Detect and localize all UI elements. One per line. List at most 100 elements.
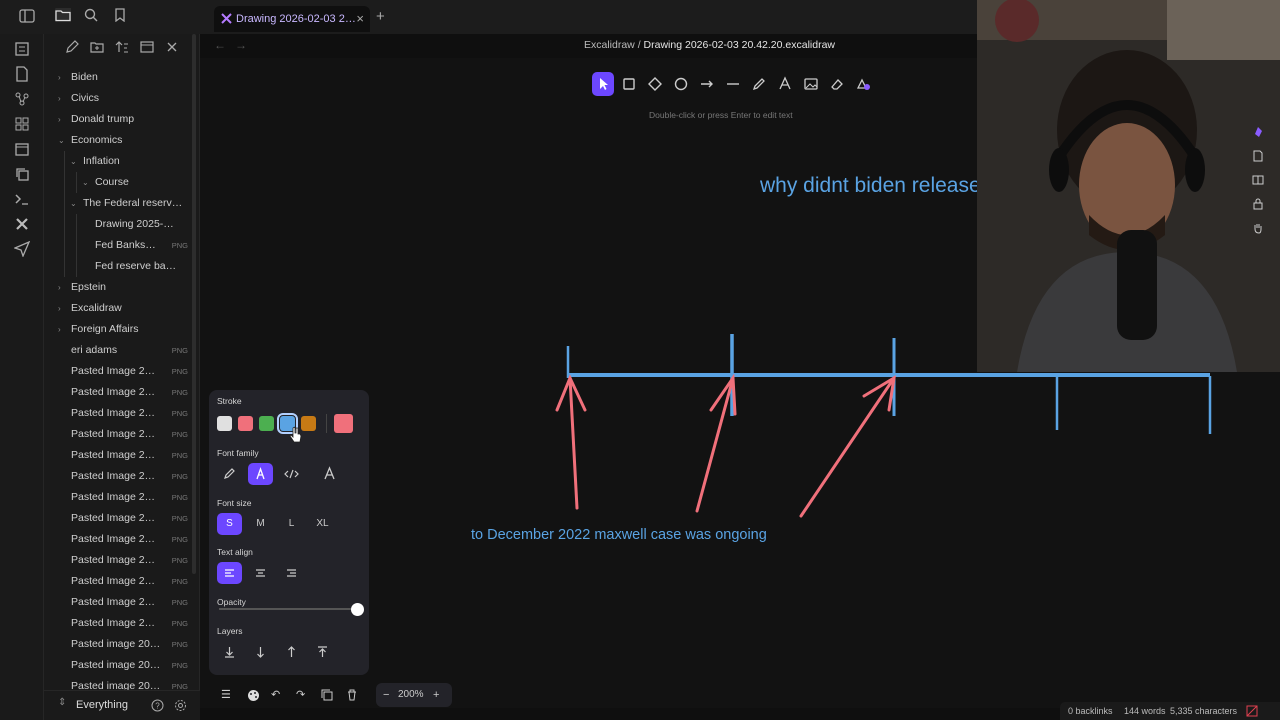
hand-icon[interactable] bbox=[1252, 222, 1264, 234]
folder-icon[interactable] bbox=[55, 8, 71, 22]
sidebar-item[interactable]: Pasted Image 2… PNG bbox=[44, 529, 192, 550]
breadcrumb-folder[interactable]: Excalidraw bbox=[584, 39, 635, 51]
sidebar-item[interactable]: ⌄ Economics bbox=[44, 130, 192, 151]
chevron-right-icon[interactable]: › bbox=[58, 88, 61, 109]
font-normal-button[interactable] bbox=[248, 463, 273, 485]
sidebar-item[interactable]: › Civics bbox=[44, 88, 192, 109]
send-icon[interactable] bbox=[14, 241, 30, 257]
sidebar-item[interactable]: Fed reserve ba… bbox=[44, 256, 192, 277]
font-more-button[interactable] bbox=[317, 463, 342, 485]
font-code-button[interactable] bbox=[279, 463, 304, 485]
sidebar-item[interactable]: › Foreign Affairs bbox=[44, 319, 192, 340]
sidebar-item[interactable]: Pasted Image 2… PNG bbox=[44, 592, 192, 613]
help-icon[interactable]: ? bbox=[151, 699, 164, 712]
zoom-level[interactable]: 200% bbox=[398, 683, 424, 707]
sidebar-item[interactable]: Pasted image 20… PNG bbox=[44, 655, 192, 676]
new-folder-icon[interactable] bbox=[90, 40, 104, 54]
sidebar-item[interactable]: › Donald trump bbox=[44, 109, 192, 130]
sidebar-item[interactable]: › Excalidraw bbox=[44, 298, 192, 319]
font-size-m[interactable]: M bbox=[248, 513, 273, 535]
stroke-color-orange[interactable] bbox=[301, 416, 316, 431]
vault-switcher[interactable]: ⇕ Everything ? bbox=[44, 690, 200, 720]
file-icon[interactable] bbox=[14, 66, 30, 82]
canvas-heading-text[interactable]: why didnt biden release da bbox=[760, 174, 1010, 198]
search-icon[interactable] bbox=[84, 8, 98, 22]
sidebar-item[interactable]: Pasted Image 2… PNG bbox=[44, 466, 192, 487]
sidebar-item[interactable]: Pasted Image 2… PNG bbox=[44, 487, 192, 508]
chevron-right-icon[interactable]: › bbox=[58, 319, 61, 340]
palette-icon[interactable] bbox=[247, 689, 260, 702]
sidebar-item[interactable]: Pasted Image 2… PNG bbox=[44, 613, 192, 634]
chevron-down-icon[interactable]: ⌄ bbox=[58, 130, 65, 151]
sidebar-item[interactable]: ⌄ The Federal reserv… bbox=[44, 193, 192, 214]
stroke-color-white[interactable] bbox=[217, 416, 232, 431]
send-backward-button[interactable] bbox=[248, 641, 273, 663]
chevron-right-icon[interactable]: › bbox=[58, 67, 61, 88]
bookmark-icon[interactable] bbox=[114, 8, 126, 22]
dashboard-icon[interactable] bbox=[14, 41, 30, 57]
zoom-in-button[interactable]: + bbox=[433, 683, 439, 707]
menu-icon[interactable]: ☰ bbox=[221, 683, 231, 707]
chevron-down-icon[interactable]: ⌄ bbox=[70, 151, 77, 172]
stroke-color-red[interactable] bbox=[238, 416, 253, 431]
tab-drawing[interactable]: Drawing 2026-02-03 2… × bbox=[214, 6, 370, 32]
obsidian-icon[interactable] bbox=[1252, 126, 1264, 138]
sidebar-item[interactable]: Pasted Image 2… PNG bbox=[44, 424, 192, 445]
sidebar-item[interactable]: Pasted image 20… PNG bbox=[44, 634, 192, 655]
calendar-icon[interactable] bbox=[14, 141, 30, 157]
sidebar-item[interactable]: ⌄ Inflation bbox=[44, 151, 192, 172]
font-handdrawn-button[interactable] bbox=[217, 463, 242, 485]
collapse-icon[interactable] bbox=[140, 40, 154, 54]
sidebar-scrollbar[interactable] bbox=[192, 34, 196, 574]
new-note-icon[interactable] bbox=[65, 40, 79, 54]
trash-icon[interactable] bbox=[346, 689, 358, 701]
forward-arrow-icon[interactable]: → bbox=[235, 38, 247, 52]
book-icon[interactable] bbox=[1252, 174, 1264, 186]
font-size-s[interactable]: S bbox=[217, 513, 242, 535]
chevron-right-icon[interactable]: › bbox=[58, 109, 61, 130]
chevron-down-icon[interactable]: ⌄ bbox=[70, 193, 77, 214]
close-icon[interactable] bbox=[165, 40, 179, 54]
sidebar-item[interactable]: › Epstein bbox=[44, 277, 192, 298]
chevron-right-icon[interactable]: › bbox=[58, 298, 61, 319]
sidebar-item[interactable]: Drawing 2025-… bbox=[44, 214, 192, 235]
sidebar-item[interactable]: Pasted Image 2… PNG bbox=[44, 382, 192, 403]
align-right-button[interactable] bbox=[279, 562, 304, 584]
send-to-back-button[interactable] bbox=[217, 641, 242, 663]
font-size-l[interactable]: L bbox=[279, 513, 304, 535]
align-center-button[interactable] bbox=[248, 562, 273, 584]
bring-forward-button[interactable] bbox=[279, 641, 304, 663]
sync-off-icon[interactable] bbox=[1246, 705, 1258, 717]
font-size-xl[interactable]: XL bbox=[310, 513, 335, 535]
duplicate-icon[interactable] bbox=[321, 689, 333, 701]
bring-to-front-button[interactable] bbox=[310, 641, 335, 663]
sidebar-item[interactable]: ⌄ Course bbox=[44, 172, 192, 193]
graph-icon[interactable] bbox=[14, 91, 30, 107]
lock-icon[interactable] bbox=[1252, 198, 1264, 210]
canvas-timeline-text[interactable]: to December 2022 maxwell case was ongoin… bbox=[471, 527, 767, 543]
align-left-button[interactable] bbox=[217, 562, 242, 584]
sidebar-item[interactable]: Fed Banks… PNG bbox=[44, 235, 192, 256]
opacity-slider-handle[interactable] bbox=[351, 603, 364, 616]
sidebar-item[interactable]: eri adams PNG bbox=[44, 340, 192, 361]
sidebar-item[interactable]: Pasted Image 2… PNG bbox=[44, 445, 192, 466]
back-arrow-icon[interactable]: ← bbox=[214, 38, 226, 52]
close-tab-button[interactable]: × bbox=[356, 6, 364, 32]
sidebar-item[interactable]: Pasted Image 2… PNG bbox=[44, 571, 192, 592]
sidebar-item[interactable]: Pasted Image 2… PNG bbox=[44, 508, 192, 529]
sidebar-toggle-icon[interactable] bbox=[19, 9, 35, 23]
sidebar-item[interactable]: › Biden bbox=[44, 67, 192, 88]
current-stroke-color[interactable] bbox=[334, 414, 353, 433]
excalidraw-ribbon-icon[interactable] bbox=[14, 216, 30, 232]
sidebar-item[interactable]: Pasted Image 2… PNG bbox=[44, 403, 192, 424]
chevron-down-icon[interactable]: ⌄ bbox=[82, 172, 89, 193]
redo-icon[interactable]: ↷ bbox=[296, 683, 305, 707]
chevron-right-icon[interactable]: › bbox=[58, 277, 61, 298]
settings-icon[interactable] bbox=[174, 699, 187, 712]
sidebar-item[interactable]: Pasted Image 2… PNG bbox=[44, 361, 192, 382]
sidebar-item[interactable]: Pasted Image 2… PNG bbox=[44, 550, 192, 571]
grid-icon[interactable] bbox=[14, 116, 30, 132]
terminal-icon[interactable] bbox=[14, 191, 30, 207]
breadcrumb-file[interactable]: Drawing 2026-02-03 20.42.20.excalidraw bbox=[644, 39, 835, 51]
document-icon[interactable] bbox=[1252, 150, 1264, 162]
